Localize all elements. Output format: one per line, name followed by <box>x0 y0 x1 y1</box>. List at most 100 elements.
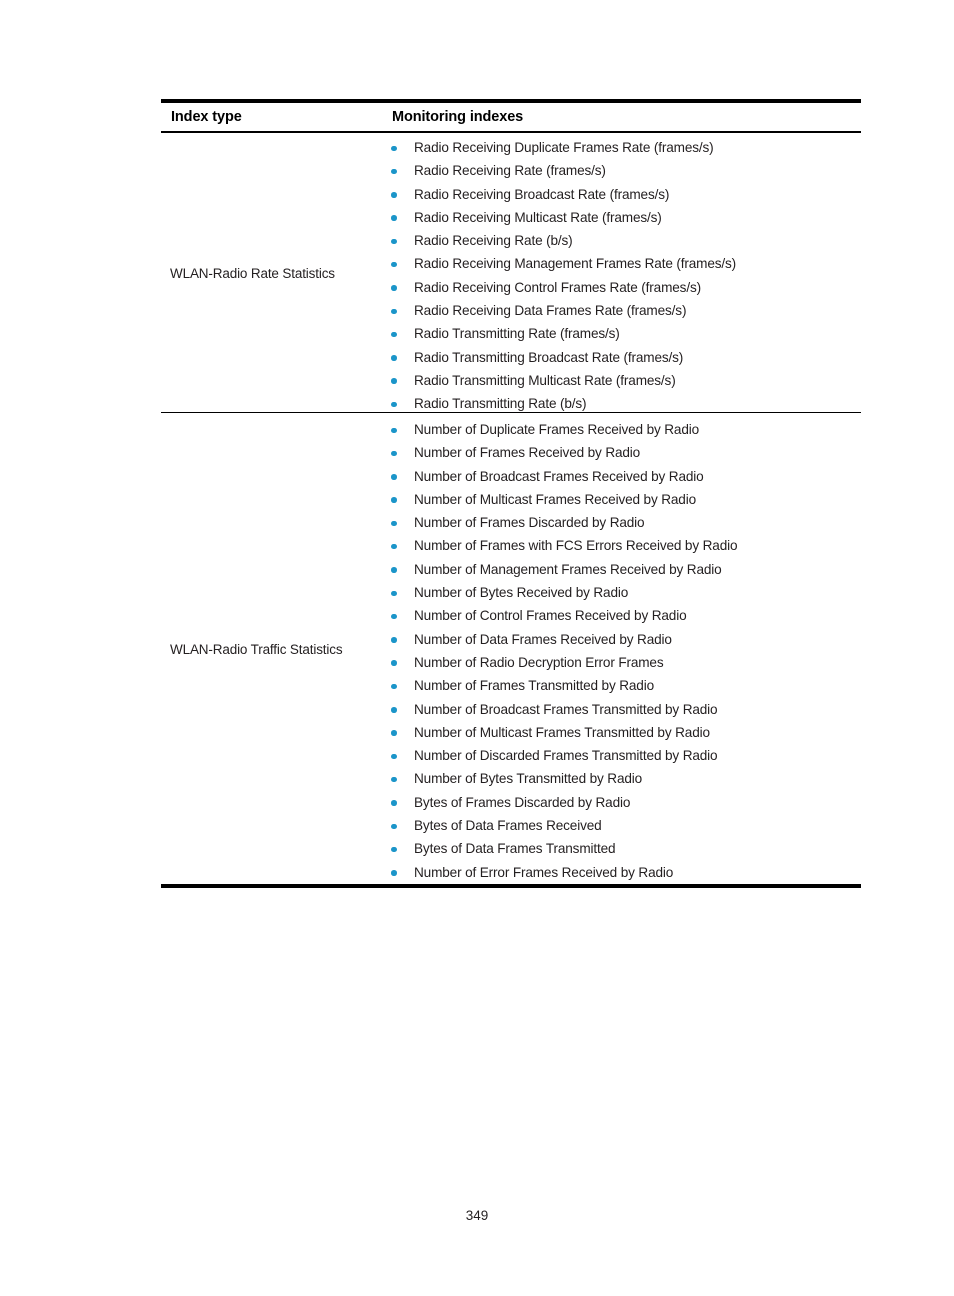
monitoring-index-item: Radio Transmitting Broadcast Rate (frame… <box>386 346 736 369</box>
monitoring-index-item: Number of Discarded Frames Transmitted b… <box>386 744 737 767</box>
page-number: 349 <box>465 1208 489 1223</box>
monitoring-index-item: Radio Receiving Multicast Rate (frames/s… <box>386 206 736 229</box>
monitoring-index-item: Radio Receiving Duplicate Frames Rate (f… <box>386 136 736 159</box>
monitoring-index-label: Radio Transmitting Broadcast Rate (frame… <box>414 349 684 365</box>
monitoring-index-item: Number of Multicast Frames Received by R… <box>386 488 737 511</box>
monitoring-index-label: Number of Broadcast Frames Transmitted b… <box>414 701 718 717</box>
monitoring-index-item: Number of Multicast Frames Transmitted b… <box>386 721 737 744</box>
monitoring-index-item: Radio Receiving Control Frames Rate (fra… <box>386 276 736 299</box>
document-page: Index type Monitoring indexes WLAN-Radio… <box>0 0 954 1296</box>
bullet-icon <box>391 238 397 245</box>
monitoring-index-item: Radio Transmitting Multicast Rate (frame… <box>386 369 736 392</box>
bullet-icon <box>391 683 397 690</box>
monitoring-index-label: Radio Receiving Control Frames Rate (fra… <box>414 279 701 295</box>
monitoring-index-label: Number of Discarded Frames Transmitted b… <box>414 748 718 764</box>
monitoring-index-label: Bytes of Data Frames Received <box>414 818 602 834</box>
monitoring-index-label: Bytes of Frames Discarded by Radio <box>414 794 631 810</box>
monitoring-index-label: Radio Transmitting Rate (b/s) <box>414 396 587 412</box>
monitoring-index-label: Bytes of Data Frames Transmitted <box>414 841 616 857</box>
monitoring-index-label: Radio Receiving Management Frames Rate (… <box>414 256 737 272</box>
monitoring-index-item: Bytes of Data Frames Received <box>386 814 737 837</box>
monitoring-index-item: Bytes of Frames Discarded by Radio <box>386 791 737 814</box>
table-header-rule <box>161 131 861 133</box>
monitoring-index-item: Number of Bytes Transmitted by Radio <box>386 767 737 790</box>
monitoring-index-item: Number of Frames Received by Radio <box>386 441 737 464</box>
monitoring-index-label: Number of Radio Decryption Error Frames <box>414 654 664 670</box>
bullet-icon <box>391 753 397 760</box>
bullet-icon <box>391 427 397 433</box>
monitoring-index-list-traffic-statistics: Number of Duplicate Frames Received by R… <box>386 418 738 884</box>
monitoring-index-label: Number of Broadcast Frames Received by R… <box>414 468 704 484</box>
bullet-icon <box>391 145 397 151</box>
table-bottom-rule <box>161 884 861 888</box>
bullet-icon <box>391 192 397 198</box>
monitoring-index-label: Radio Receiving Rate (frames/s) <box>414 163 606 179</box>
monitoring-index-item: Number of Frames Transmitted by Radio <box>386 674 737 697</box>
bullet-icon <box>391 474 397 480</box>
monitoring-index-label: Radio Receiving Duplicate Frames Rate (f… <box>414 140 714 155</box>
monitoring-index-label: Radio Receiving Multicast Rate (frames/s… <box>414 209 662 225</box>
monitoring-index-label: Number of Frames Received by Radio <box>414 445 641 461</box>
monitoring-index-item: Number of Duplicate Frames Received by R… <box>386 418 737 441</box>
monitoring-index-list-rate-statistics: Radio Receiving Duplicate Frames Rate (f… <box>386 136 736 416</box>
bullet-icon <box>391 543 397 550</box>
bullet-icon <box>391 355 397 361</box>
monitoring-index-item: Radio Receiving Broadcast Rate (frames/s… <box>386 183 736 206</box>
bullet-icon <box>391 567 397 573</box>
monitoring-index-label: Number of Error Frames Received by Radio <box>414 864 674 880</box>
monitoring-index-label: Number of Multicast Frames Transmitted b… <box>414 724 710 740</box>
bullet-icon <box>391 285 397 291</box>
monitoring-index-item: Number of Bytes Received by Radio <box>386 581 737 604</box>
monitoring-index-item: Radio Receiving Rate (b/s) <box>386 229 736 252</box>
monitoring-index-label: Radio Receiving Broadcast Rate (frames/s… <box>414 186 670 202</box>
monitoring-index-label: Number of Frames Discarded by Radio <box>414 515 645 531</box>
monitoring-index-item: Number of Broadcast Frames Received by R… <box>386 465 737 488</box>
monitoring-index-item: Radio Transmitting Rate (b/s) <box>386 392 736 415</box>
monitoring-index-label: Number of Duplicate Frames Received by R… <box>414 422 700 437</box>
monitoring-index-label: Radio Transmitting Multicast Rate (frame… <box>414 372 676 388</box>
monitoring-index-label: Number of Management Frames Received by … <box>414 561 722 577</box>
bullet-icon <box>391 261 397 268</box>
monitoring-index-label: Number of Multicast Frames Received by R… <box>414 491 696 507</box>
column-header-index-type: Index type <box>171 109 242 125</box>
monitoring-index-item: Number of Broadcast Frames Transmitted b… <box>386 698 737 721</box>
monitoring-index-label: Number of Control Frames Received by Rad… <box>414 608 687 624</box>
bullet-icon <box>391 776 397 783</box>
monitoring-index-item: Number of Radio Decryption Error Frames <box>386 651 737 674</box>
bullet-icon <box>391 520 397 527</box>
monitoring-index-item: Radio Receiving Rate (frames/s) <box>386 159 736 182</box>
bullet-icon <box>391 870 397 876</box>
monitoring-index-item: Number of Frames Discarded by Radio <box>386 511 737 534</box>
monitoring-index-item: Number of Data Frames Received by Radio <box>386 628 737 651</box>
bullet-icon <box>391 215 397 221</box>
bullet-icon <box>391 497 397 503</box>
monitoring-index-item: Number of Control Frames Received by Rad… <box>386 604 737 627</box>
row-label-wlan-radio-traffic-statistics: WLAN-Radio Traffic Statistics <box>170 642 343 657</box>
table-top-rule <box>161 99 861 103</box>
monitoring-index-label: Number of Bytes Received by Radio <box>414 585 629 601</box>
bullet-icon <box>391 823 397 830</box>
monitoring-index-item: Bytes of Data Frames Transmitted <box>386 837 737 860</box>
monitoring-index-label: Number of Frames with FCS Errors Receive… <box>414 538 738 554</box>
bullet-icon <box>391 846 397 853</box>
row-label-wlan-radio-rate-statistics: WLAN-Radio Rate Statistics <box>170 266 335 281</box>
monitoring-index-label: Number of Frames Transmitted by Radio <box>414 678 654 694</box>
monitoring-index-item: Radio Receiving Management Frames Rate (… <box>386 252 736 275</box>
monitoring-index-item: Number of Frames with FCS Errors Receive… <box>386 534 738 557</box>
monitoring-index-label: Radio Receiving Rate (b/s) <box>414 233 573 249</box>
column-header-monitoring-indexes: Monitoring indexes <box>392 109 524 125</box>
monitoring-index-label: Radio Receiving Data Frames Rate (frames… <box>414 303 687 319</box>
bullet-icon <box>391 401 397 408</box>
monitoring-index-item: Radio Receiving Data Frames Rate (frames… <box>386 299 736 322</box>
bullet-icon <box>391 308 397 315</box>
monitoring-index-label: Number of Data Frames Received by Radio <box>414 631 672 647</box>
bullet-icon <box>391 613 397 620</box>
bullet-icon <box>391 637 397 643</box>
monitoring-index-item: Radio Transmitting Rate (frames/s) <box>386 322 736 345</box>
bullet-icon <box>391 800 397 806</box>
bullet-icon <box>391 730 397 736</box>
bullet-icon <box>391 378 397 384</box>
bullet-icon <box>391 331 397 338</box>
bullet-icon <box>391 450 397 457</box>
monitoring-index-label: Radio Transmitting Rate (frames/s) <box>414 326 620 342</box>
